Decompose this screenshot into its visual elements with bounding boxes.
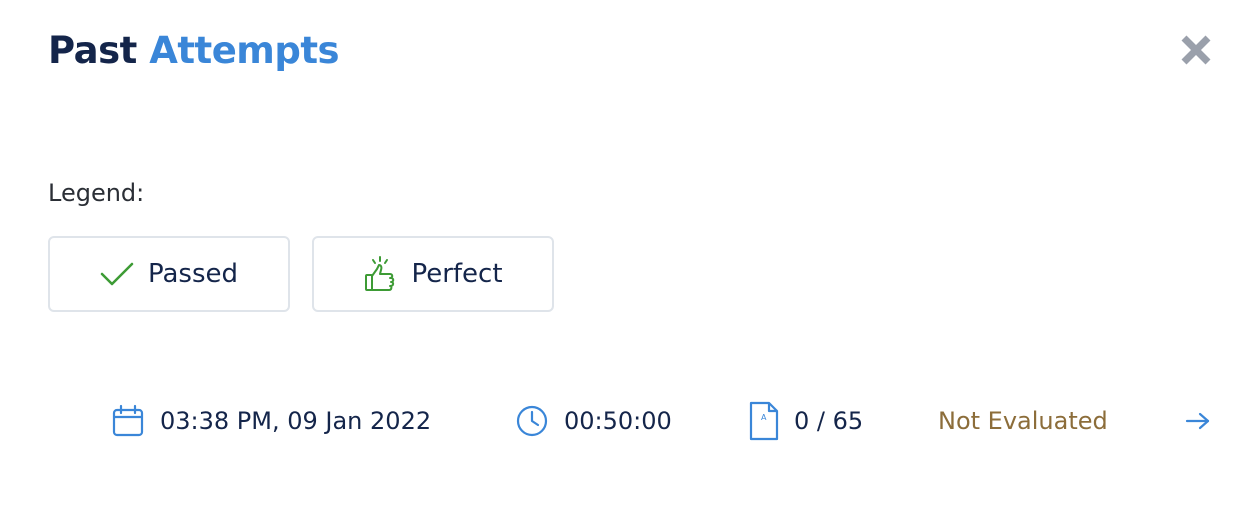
- svg-text:A: A: [761, 413, 767, 422]
- clock-icon: [514, 403, 550, 439]
- title-past: Past: [48, 29, 137, 72]
- view-attempt-button[interactable]: [1184, 396, 1212, 446]
- thumbs-up-icon: [363, 255, 397, 293]
- attempt-duration-cell: 00:50:00: [514, 396, 672, 446]
- modal-title: Past Attempts: [48, 27, 340, 75]
- past-attempts-modal: Past Attempts Legend: Passed Perfect 03:…: [0, 0, 1258, 516]
- document-icon: A: [748, 400, 780, 442]
- legend-item-perfect: Perfect: [312, 236, 554, 312]
- close-icon: [1179, 33, 1213, 67]
- attempt-status: Not Evaluated: [938, 407, 1108, 435]
- attempt-duration: 00:50:00: [564, 407, 672, 435]
- attempt-row[interactable]: 03:38 PM, 09 Jan 2022 00:50:00 A 0 / 65: [0, 396, 1258, 446]
- checkmark-icon: [100, 261, 134, 287]
- legend-label-passed: Passed: [147, 259, 239, 289]
- close-button[interactable]: [1176, 30, 1216, 70]
- legend-label: Legend:: [48, 179, 145, 207]
- calendar-icon: [110, 403, 146, 439]
- legend-label-perfect: Perfect: [411, 259, 503, 289]
- attempt-date-cell: 03:38 PM, 09 Jan 2022: [110, 396, 431, 446]
- attempt-datetime: 03:38 PM, 09 Jan 2022: [160, 407, 432, 435]
- attempt-status-cell: Not Evaluated: [938, 396, 1108, 446]
- attempt-score: 0 / 65: [794, 407, 864, 435]
- title-attempts: Attempts: [149, 29, 340, 72]
- arrow-right-icon: [1184, 409, 1212, 433]
- legend-item-passed: Passed: [48, 236, 290, 312]
- attempt-score-cell: A 0 / 65: [748, 396, 863, 446]
